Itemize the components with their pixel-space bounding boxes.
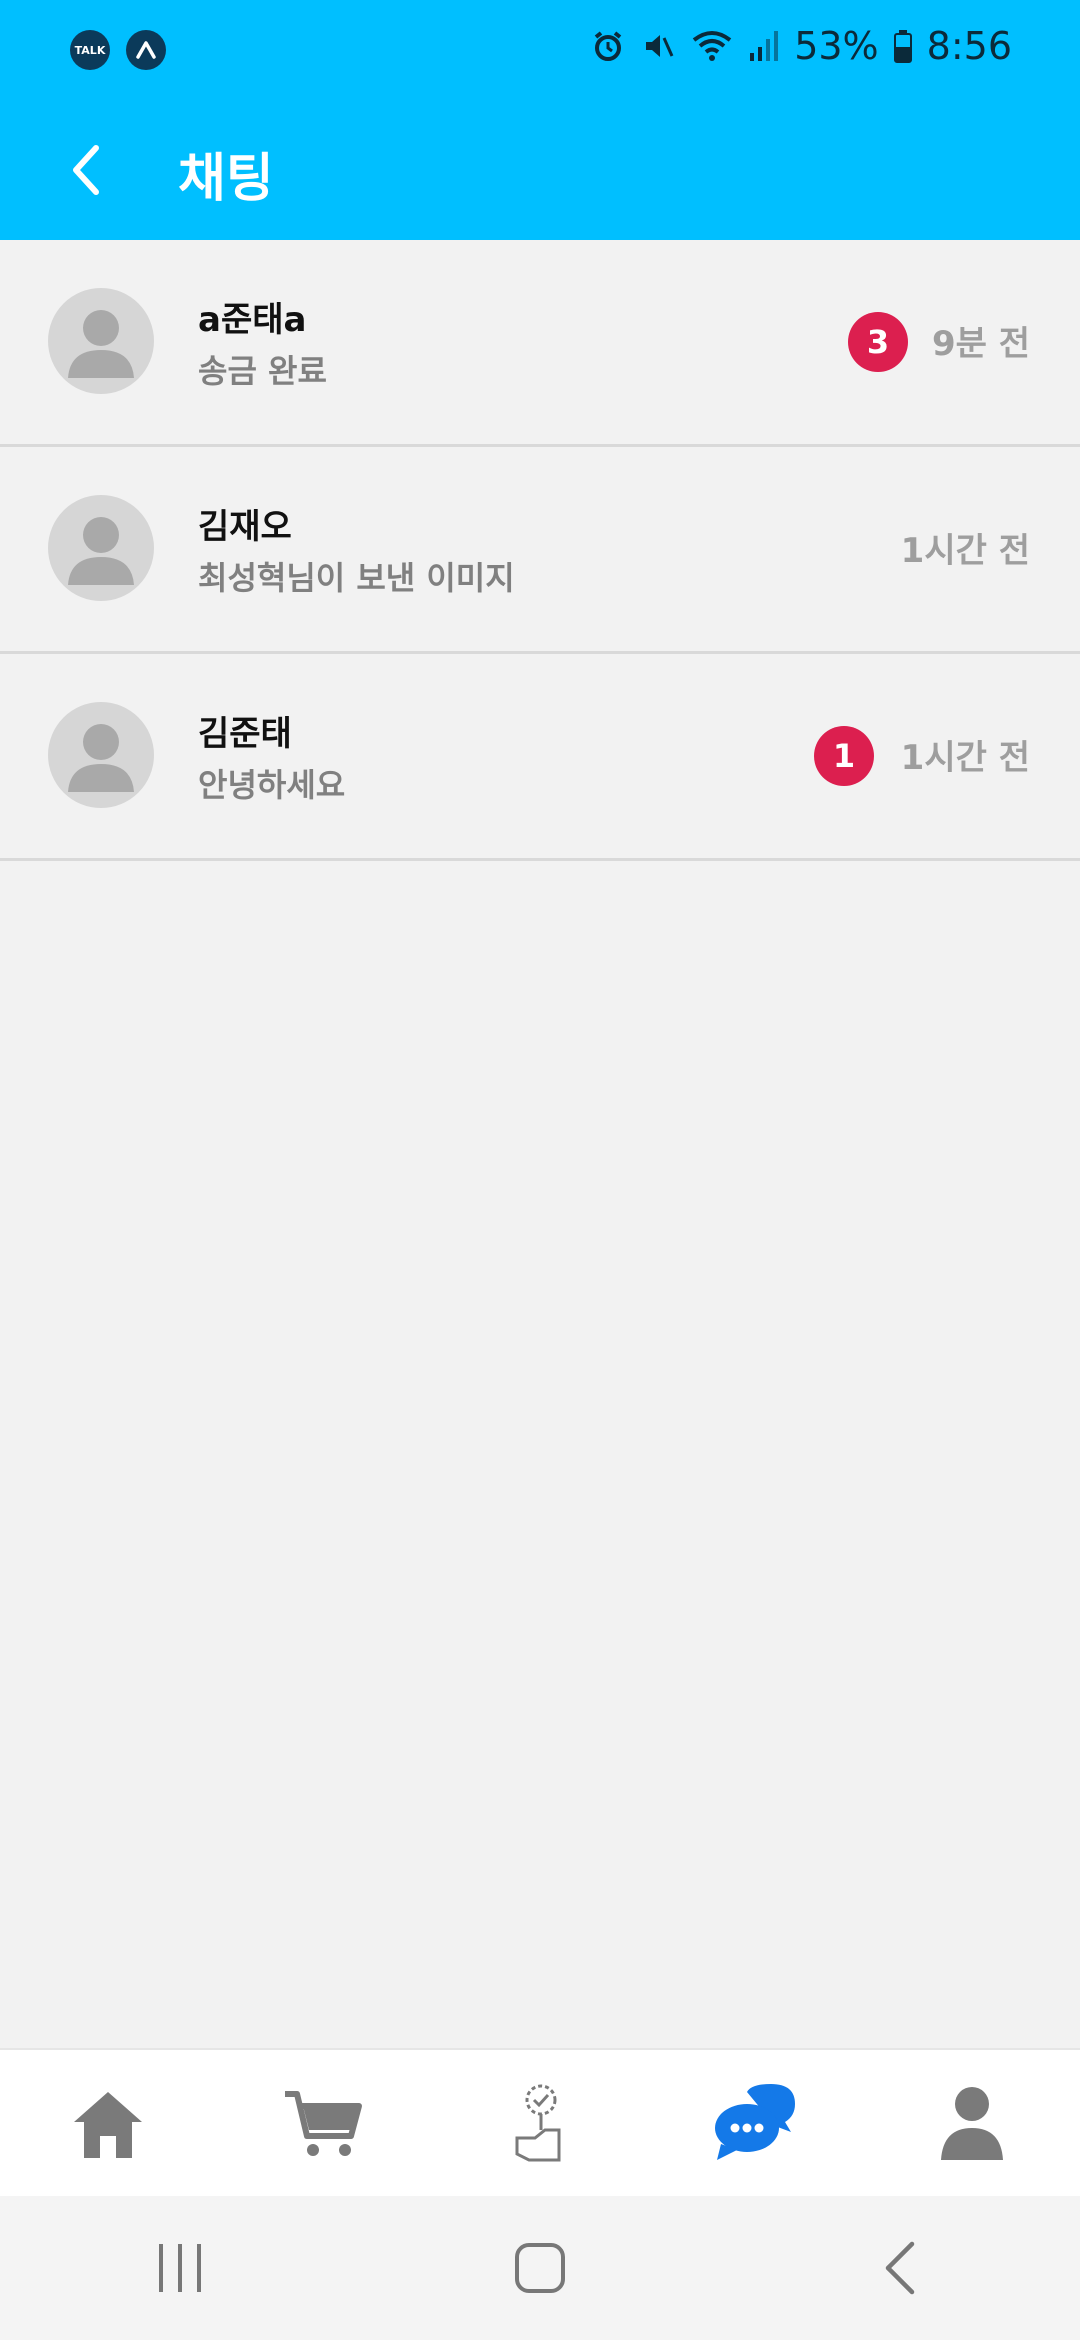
- battery-icon: [893, 29, 913, 63]
- chat-name: a준태a: [198, 300, 307, 340]
- chevron-left-icon: [73, 145, 99, 195]
- chat-time: 1시간 전: [900, 738, 1030, 778]
- avatar: [48, 702, 154, 808]
- mute-icon: [640, 28, 676, 64]
- app-notification-icon: [126, 30, 166, 70]
- profile-icon: [941, 2087, 1003, 2160]
- recent-apps-icon: [159, 2244, 201, 2292]
- system-nav: [0, 2196, 1080, 2340]
- back-button[interactable]: [58, 138, 114, 202]
- avatar: [48, 495, 154, 601]
- nav-review[interactable]: [480, 2064, 600, 2184]
- status-right: 53% 8:56: [590, 24, 1012, 68]
- unread-badge: 1: [814, 726, 874, 786]
- chat-name: 김재오: [198, 507, 292, 547]
- home-button-icon: [515, 2243, 565, 2293]
- avatar-placeholder-icon: [68, 517, 134, 585]
- avatar-placeholder-icon: [68, 724, 134, 792]
- kakaotalk-icon: TALK: [70, 30, 110, 70]
- unread-badge: 3: [848, 312, 908, 372]
- nav-cart[interactable]: [264, 2064, 384, 2184]
- status-left-icons: TALK: [70, 30, 166, 70]
- app-header: 채팅: [0, 104, 1080, 240]
- bottom-nav: [0, 2048, 1080, 2198]
- battery-percent: 53%: [794, 24, 879, 68]
- screen: TALK 53% 8:56 채팅 a준태a 송금 완료 3 9분 전 김재오 최…: [0, 0, 1080, 2340]
- home-icon: [74, 2092, 142, 2158]
- avatar-placeholder-icon: [68, 310, 134, 378]
- avatar: [48, 288, 154, 394]
- wifi-icon: [690, 28, 734, 64]
- status-bar: TALK 53% 8:56: [0, 0, 1080, 104]
- chat-icon: [715, 2084, 795, 2160]
- chat-name: 김준태: [198, 714, 292, 754]
- clock: 8:56: [926, 24, 1012, 68]
- kakaotalk-label: TALK: [74, 43, 106, 57]
- nav-home[interactable]: [48, 2064, 168, 2184]
- cart-icon: [285, 2091, 362, 2156]
- page-title: 채팅: [178, 149, 274, 209]
- back-icon: [885, 2241, 915, 2295]
- chat-preview: 안녕하세요: [198, 766, 346, 804]
- alarm-icon: [590, 28, 626, 64]
- system-back-button[interactable]: [840, 2218, 960, 2318]
- chat-list-item[interactable]: a준태a 송금 완료 3 9분 전: [0, 240, 1080, 447]
- chat-list-item[interactable]: 김준태 안녕하세요 1 1시간 전: [0, 654, 1080, 861]
- nav-chat[interactable]: [696, 2064, 816, 2184]
- chat-time: 9분 전: [931, 324, 1030, 364]
- home-button[interactable]: [480, 2218, 600, 2318]
- chat-time: 1시간 전: [900, 531, 1030, 571]
- chat-preview: 최성혁님이 보낸 이미지: [198, 559, 515, 597]
- review-check-icon: [515, 2084, 561, 2162]
- recent-apps-button[interactable]: [120, 2218, 240, 2318]
- chat-list: a준태a 송금 완료 3 9분 전 김재오 최성혁님이 보낸 이미지 1시간 전…: [0, 240, 1080, 861]
- signal-icon: [748, 29, 780, 63]
- nav-profile[interactable]: [912, 2064, 1032, 2184]
- chat-preview: 송금 완료: [198, 352, 327, 390]
- chat-list-item[interactable]: 김재오 최성혁님이 보낸 이미지 1시간 전: [0, 447, 1080, 654]
